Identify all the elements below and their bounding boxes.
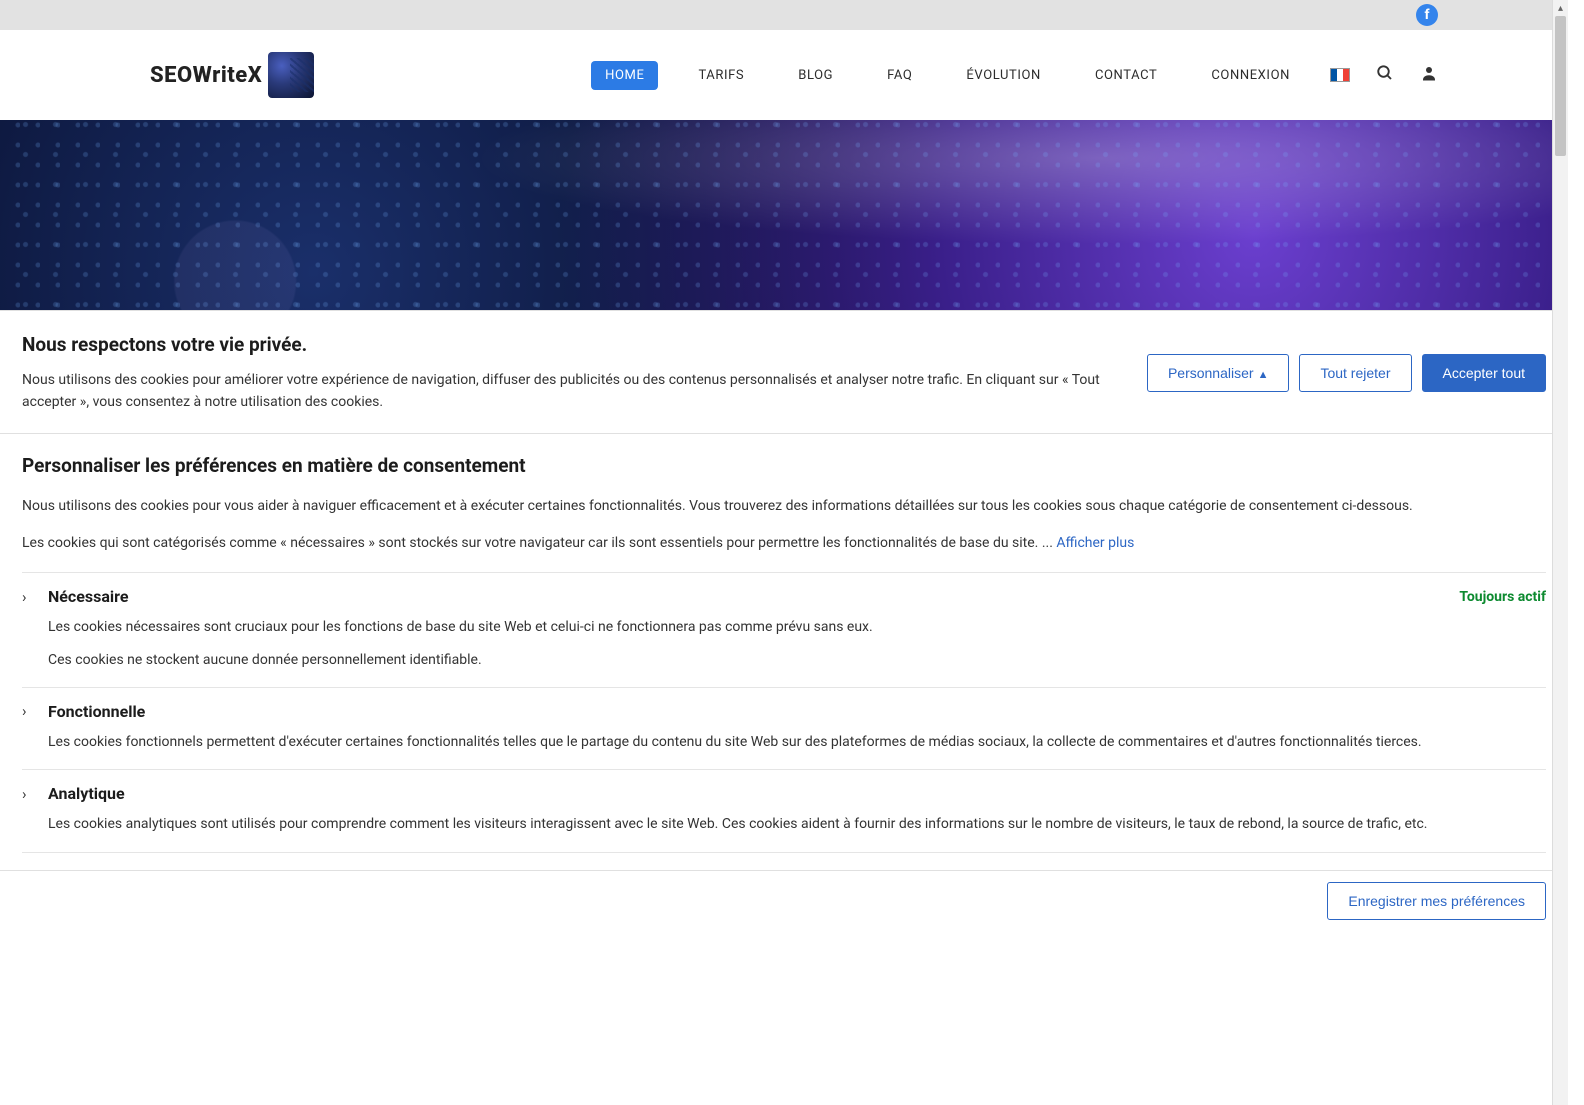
hero-banner bbox=[0, 120, 1568, 310]
prefs-intro-1: Nous utilisons des cookies pour vous aid… bbox=[22, 495, 1546, 517]
save-preferences-button[interactable]: Enregistrer mes préférences bbox=[1327, 882, 1546, 920]
scroll-up-icon[interactable]: ▴ bbox=[1553, 0, 1568, 16]
cookie-banner: Nous respectons votre vie privée. Nous u… bbox=[0, 310, 1568, 434]
always-active-badge: Toujours actif bbox=[1459, 589, 1546, 605]
category-title: les résultats bbox=[48, 867, 136, 872]
facebook-icon[interactable]: f bbox=[1416, 4, 1438, 26]
preferences-panel[interactable]: Personnaliser les préférences en matière… bbox=[0, 434, 1568, 871]
category-desc: Les cookies analytiques sont utilisés po… bbox=[48, 813, 1546, 835]
category-title: Nécessaire bbox=[48, 587, 129, 606]
reject-all-button[interactable]: Tout rejeter bbox=[1299, 354, 1411, 392]
scroll-thumb[interactable] bbox=[1555, 16, 1566, 156]
prefs-intro-2-text: Les cookies qui sont catégorisés comme «… bbox=[22, 535, 1056, 551]
logo-image bbox=[268, 52, 314, 98]
nav-links: HOME TARIFS BLOG FAQ ÉVOLUTION CONTACT C… bbox=[591, 61, 1438, 90]
category-desc-2: Ces cookies ne stockent aucune donnée pe… bbox=[48, 649, 1546, 671]
nav-home[interactable]: HOME bbox=[591, 61, 658, 90]
page-scrollbar[interactable]: ▴ bbox=[1552, 0, 1568, 1105]
chevron-right-icon[interactable]: › bbox=[22, 588, 34, 606]
user-icon[interactable] bbox=[1420, 64, 1438, 86]
chevron-right-icon[interactable]: › bbox=[22, 702, 34, 720]
navbar: SEOWriteX HOME TARIFS BLOG FAQ ÉVOLUTION… bbox=[0, 30, 1568, 120]
nav-contact[interactable]: CONTACT bbox=[1081, 61, 1171, 90]
category-desc: Les cookies fonctionnels permettent d'ex… bbox=[48, 731, 1546, 753]
search-icon[interactable] bbox=[1376, 64, 1394, 86]
accept-all-button[interactable]: Accepter tout bbox=[1422, 354, 1547, 392]
category-title: Fonctionnelle bbox=[48, 702, 145, 721]
nav-tarifs[interactable]: TARIFS bbox=[684, 61, 758, 90]
category-title: Analytique bbox=[48, 784, 125, 803]
nav-connexion[interactable]: CONNEXION bbox=[1197, 61, 1304, 90]
category-desc: Les cookies nécessaires sont cruciaux po… bbox=[48, 616, 1546, 638]
flag-fr-icon[interactable] bbox=[1330, 68, 1350, 82]
category-analytique: › Analytique Les cookies analytiques son… bbox=[22, 769, 1546, 851]
customize-label: Personnaliser bbox=[1168, 365, 1254, 381]
chevron-up-icon: ▲ bbox=[1258, 369, 1269, 381]
cookie-body: Nous utilisons des cookies pour améliore… bbox=[22, 370, 1123, 413]
category-fonctionnelle: › Fonctionnelle Les cookies fonctionnels… bbox=[22, 687, 1546, 769]
category-list: › Nécessaire Toujours actif Les cookies … bbox=[22, 572, 1546, 871]
category-necessaire: › Nécessaire Toujours actif Les cookies … bbox=[22, 572, 1546, 687]
prefs-intro-2: Les cookies qui sont catégorisés comme «… bbox=[22, 532, 1546, 554]
topbar: f bbox=[0, 0, 1568, 30]
logo[interactable]: SEOWriteX bbox=[150, 52, 314, 98]
cookie-title: Nous respectons votre vie privée. bbox=[22, 333, 1123, 356]
category-resultats: › les résultats Les cookies de performan… bbox=[22, 852, 1546, 872]
nav-faq[interactable]: FAQ bbox=[873, 61, 926, 90]
logo-text: SEOWriteX bbox=[150, 63, 262, 88]
nav-blog[interactable]: BLOG bbox=[784, 61, 847, 90]
save-bar: Enregistrer mes préférences bbox=[0, 871, 1568, 931]
nav-evolution[interactable]: ÉVOLUTION bbox=[952, 61, 1055, 90]
chevron-right-icon[interactable]: › bbox=[22, 867, 34, 871]
prefs-title: Personnaliser les préférences en matière… bbox=[22, 454, 1546, 477]
chevron-right-icon[interactable]: › bbox=[22, 785, 34, 803]
customize-button[interactable]: Personnaliser ▲ bbox=[1147, 354, 1290, 392]
show-more-link[interactable]: Afficher plus bbox=[1056, 535, 1134, 551]
